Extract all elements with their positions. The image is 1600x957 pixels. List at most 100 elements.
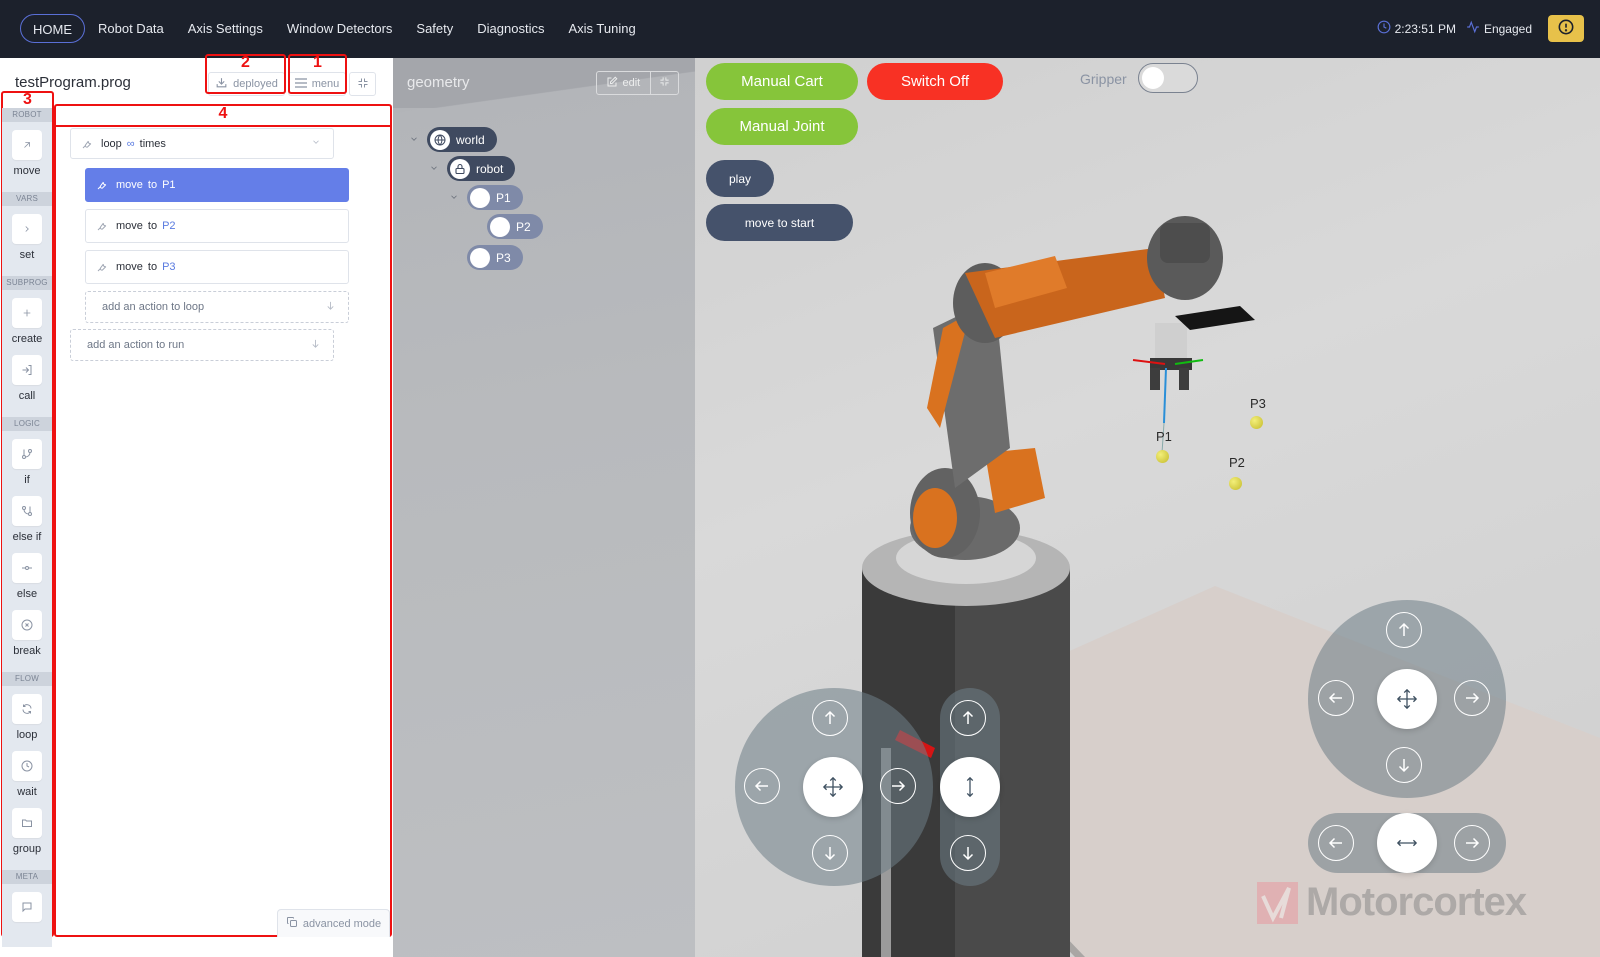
robot-3d-viewport[interactable]: P1 P2 P3 Manual Cart Switch Off Manual J… [695, 58, 1600, 957]
collapse-panel-button[interactable] [349, 72, 376, 96]
loop-count[interactable]: ∞ [127, 138, 135, 150]
program-panel: testProgram.prog deployed menu 1 2 3 4 R… [0, 54, 400, 957]
arrow-up-right-icon[interactable] [12, 130, 42, 160]
action-target[interactable]: P1 [162, 179, 175, 191]
point-marker-p3[interactable] [1250, 416, 1263, 429]
nav-safety[interactable]: Safety [404, 14, 465, 43]
action-keyword: move [116, 220, 143, 232]
log-in-icon[interactable] [12, 355, 42, 385]
palette-item-wait[interactable]: wait [2, 743, 52, 800]
geometry-collapse-button[interactable] [651, 72, 678, 94]
jog-up-button[interactable] [812, 700, 848, 736]
loop-block[interactable]: loop ∞ times [70, 128, 334, 159]
jog-right-button[interactable] [880, 768, 916, 804]
action-target[interactable]: P3 [162, 261, 175, 273]
git-branch-icon[interactable] [12, 439, 42, 469]
tree-node-p3[interactable]: P3 [467, 245, 523, 270]
git-commit-icon[interactable] [12, 553, 42, 583]
nav-home[interactable]: HOME [20, 14, 85, 43]
jog-xy-handle[interactable] [803, 757, 863, 817]
jog-z-up-button[interactable] [950, 700, 986, 736]
program-filename: testProgram.prog [15, 74, 131, 91]
palette-item-comment[interactable] [2, 884, 52, 941]
point-marker-p2[interactable] [1229, 477, 1242, 490]
jog-down-button[interactable] [812, 835, 848, 871]
action-target[interactable]: P2 [162, 220, 175, 232]
git-merge-icon[interactable] [12, 496, 42, 526]
move-to-start-button[interactable]: move to start [706, 204, 853, 241]
program-editor: loop ∞ times move to P1 move to P2 move … [55, 126, 390, 947]
nav-window-detectors[interactable]: Window Detectors [275, 14, 404, 43]
action-move-p1[interactable]: move to P1 [85, 168, 349, 202]
folder-icon[interactable] [12, 808, 42, 838]
action-move-p2[interactable]: move to P2 [85, 209, 349, 243]
nav-axis-tuning[interactable]: Axis Tuning [556, 14, 647, 43]
palette-item-create[interactable]: create [2, 290, 52, 347]
jog-rot-up-button[interactable] [1386, 612, 1422, 648]
add-action-to-run[interactable]: add an action to run [70, 329, 334, 361]
palette-item-break[interactable]: break [2, 602, 52, 672]
palette-item-else[interactable]: else [2, 545, 52, 602]
nav-robot-data[interactable]: Robot Data [86, 14, 176, 43]
tree-node-p1[interactable]: P1 [467, 185, 523, 210]
refresh-icon[interactable] [12, 694, 42, 724]
advanced-mode-button[interactable]: advanced mode [277, 909, 390, 937]
manual-cart-button[interactable]: Manual Cart [706, 63, 858, 100]
clock-icon[interactable] [12, 751, 42, 781]
annotation-label-3: 3 [23, 91, 32, 108]
point-label-p3: P3 [1250, 396, 1266, 411]
jog-z-down-button[interactable] [950, 835, 986, 871]
gripper-toggle[interactable] [1138, 63, 1198, 93]
palette-item-call[interactable]: call [2, 347, 52, 417]
jog-rot-right-button[interactable] [1454, 680, 1490, 716]
plus-icon[interactable] [12, 298, 42, 328]
advanced-mode-label: advanced mode [302, 917, 382, 930]
point-marker-p1[interactable] [1156, 450, 1169, 463]
palette-label-else-if: else if [12, 531, 42, 543]
status-area: 2:23:51 PM Engaged [1377, 14, 1584, 43]
jog-z-handle[interactable] [940, 757, 1000, 817]
jog-rot-left-button[interactable] [1318, 680, 1354, 716]
tree-node-robot[interactable]: robot [447, 156, 516, 181]
nav-diagnostics[interactable]: Diagnostics [465, 14, 556, 43]
message-square-icon[interactable] [12, 892, 42, 922]
palette-item-else-if[interactable]: else if [2, 488, 52, 545]
switch-off-button[interactable]: Switch Off [867, 63, 1003, 100]
palette-item-loop[interactable]: loop [2, 686, 52, 743]
geometry-edit-button[interactable]: edit [597, 72, 651, 94]
jog-rotation-handle[interactable] [1377, 669, 1437, 729]
loop-keyword: loop [101, 137, 122, 150]
nav-axis-settings[interactable]: Axis Settings [176, 14, 275, 43]
chevron-right-icon[interactable] [12, 214, 42, 244]
chevron-down-icon[interactable] [409, 134, 419, 147]
jog-rot-down-button[interactable] [1386, 747, 1422, 783]
jog-rz-right-button[interactable] [1454, 825, 1490, 861]
palette-item-if[interactable]: if [2, 431, 52, 488]
x-circle-icon[interactable] [12, 610, 42, 640]
action-keyword: move [116, 261, 143, 273]
jog-rz-left-button[interactable] [1318, 825, 1354, 861]
tree-node-world[interactable]: world [427, 127, 497, 152]
chevron-down-icon[interactable] [429, 163, 439, 176]
chevron-down-icon[interactable] [311, 137, 321, 150]
annotation-box-1: 1 [288, 54, 347, 94]
chevron-down-icon[interactable] [449, 192, 459, 205]
tree-node-p2[interactable]: P2 [487, 214, 543, 239]
logo-mark-icon [1257, 881, 1298, 924]
tree-node-label: robot [476, 161, 504, 176]
geometry-toolbar: edit [596, 71, 679, 95]
arrow-up-icon [1398, 622, 1410, 636]
arrow-up-icon [962, 710, 974, 724]
add-action-to-loop[interactable]: add an action to loop [85, 291, 349, 323]
add-to-loop-label: add an action to loop [102, 301, 205, 313]
jog-left-button[interactable] [744, 768, 780, 804]
palette-item-move[interactable]: move [2, 122, 52, 192]
play-button[interactable]: play [706, 160, 774, 197]
jog-rz-handle[interactable] [1377, 813, 1437, 873]
alert-button[interactable] [1548, 15, 1584, 42]
palette-item-group[interactable]: group [2, 800, 52, 870]
manual-joint-button[interactable]: Manual Joint [706, 108, 858, 145]
action-move-p3[interactable]: move to P3 [85, 250, 349, 284]
palette-item-set[interactable]: set [2, 206, 52, 276]
arrow-down-icon [325, 300, 336, 314]
